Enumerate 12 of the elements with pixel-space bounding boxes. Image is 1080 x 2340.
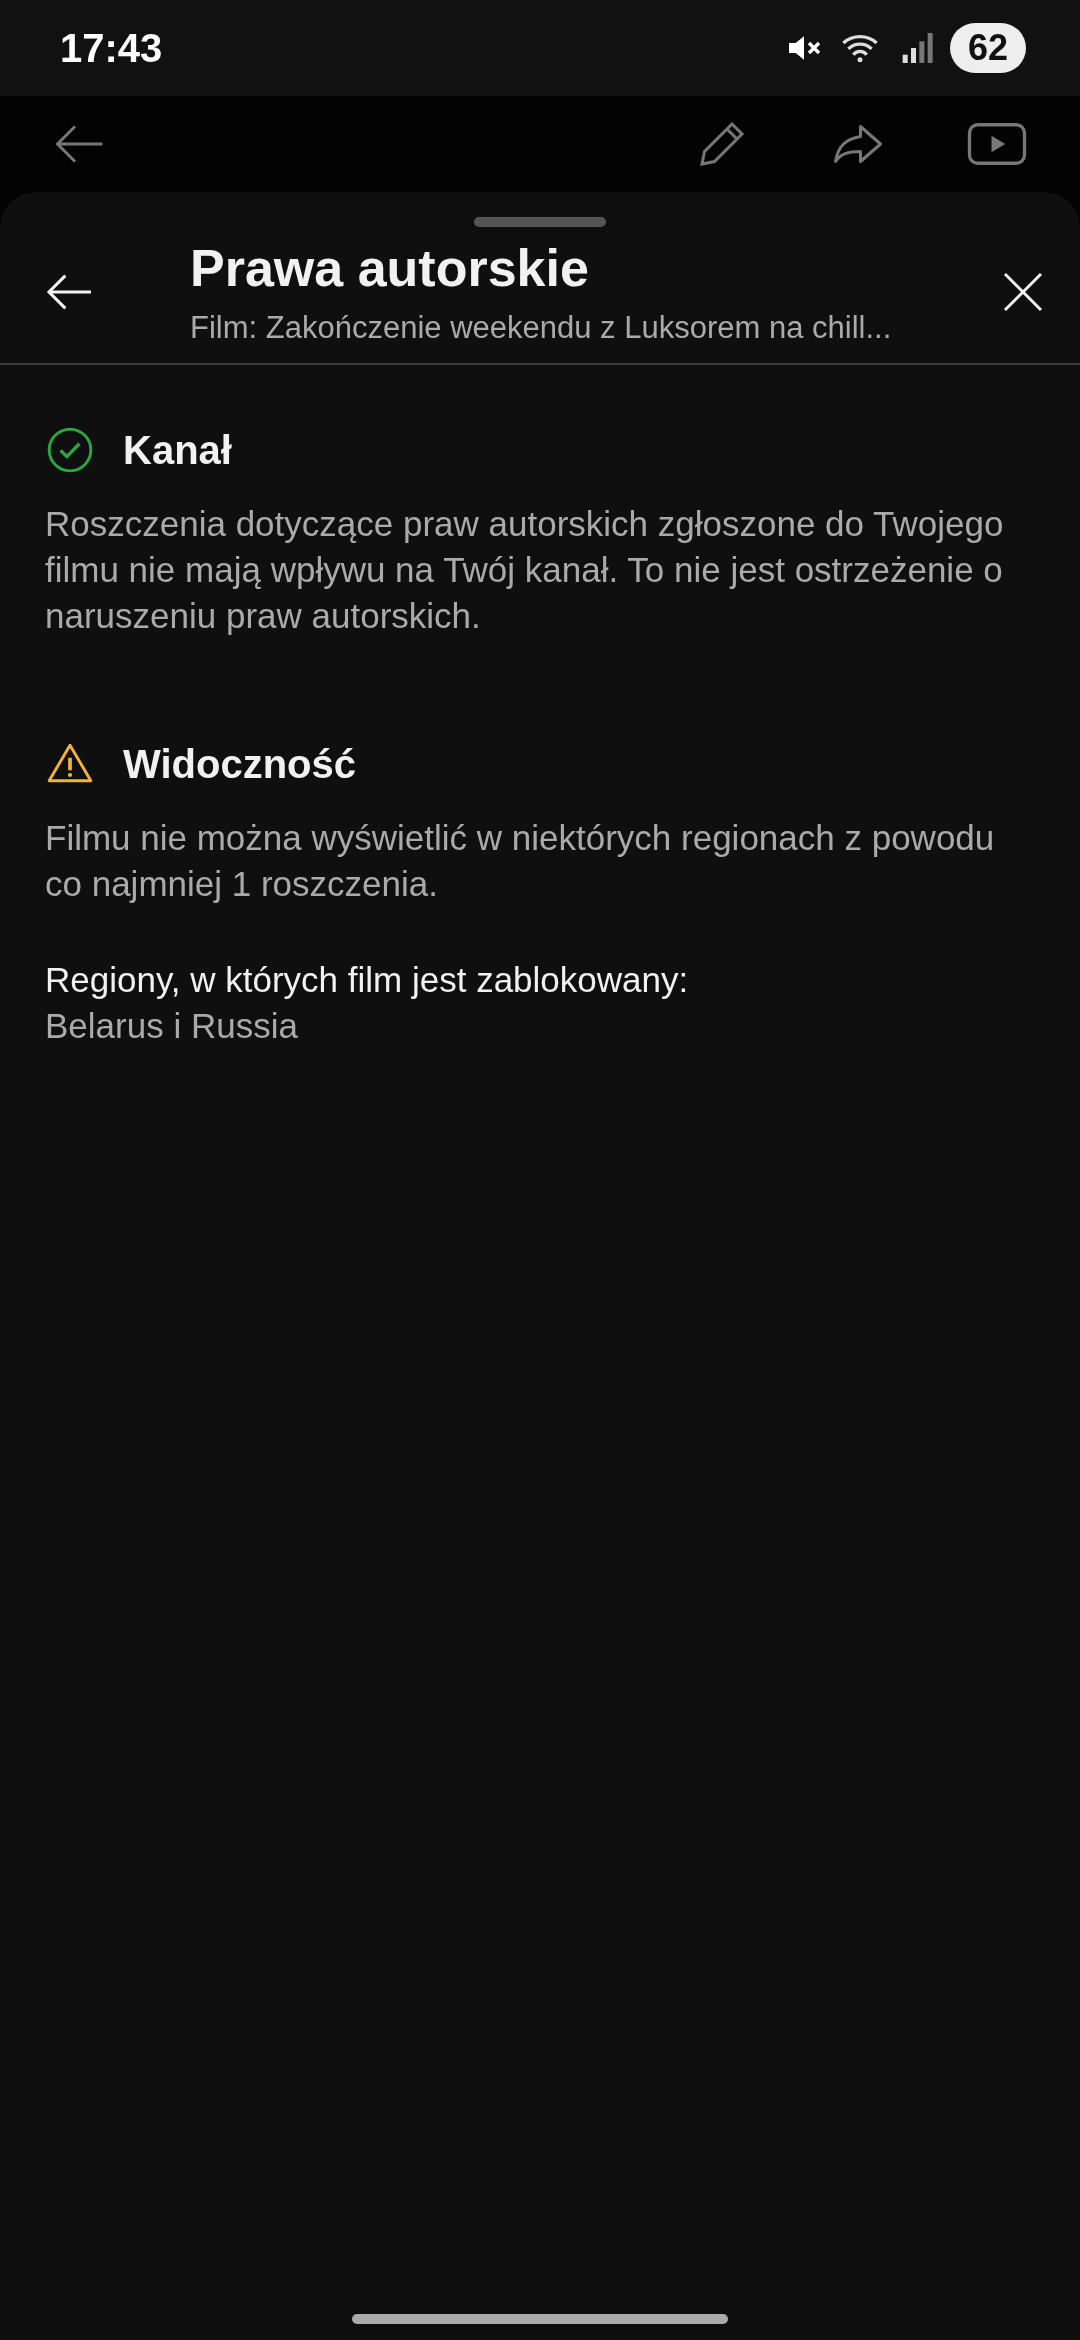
- blocked-regions-value: Belarus i Russia: [45, 1005, 299, 1047]
- battery-level: 62: [949, 23, 1026, 73]
- check-circle-icon: [45, 425, 95, 475]
- video-subtitle: Film: Zakończenie weekendu z Luksorem na chill...: [190, 310, 893, 346]
- section-description: Roszczenia dotyczące praw autorskich zgłoszone do Twojego filmu nie mają wpływu na Twój kanał. To nie jest ostrzeżenie o naruszeniu praw autorskich.: [45, 503, 1005, 637]
- drag-handle[interactable]: [474, 217, 606, 227]
- section-description: Filmu nie można wyświetlić w niektórych regionach z powodu co najmniej 1 roszczenia.: [45, 817, 996, 905]
- blocked-regions-label: Regiony, w których film jest zablokowany:: [45, 959, 690, 1001]
- sheet-title: Prawa autorskie: [190, 238, 590, 298]
- section-title: Widoczność: [123, 741, 356, 787]
- status-time: 17:43: [60, 25, 163, 71]
- section-title: Kanał: [123, 427, 232, 473]
